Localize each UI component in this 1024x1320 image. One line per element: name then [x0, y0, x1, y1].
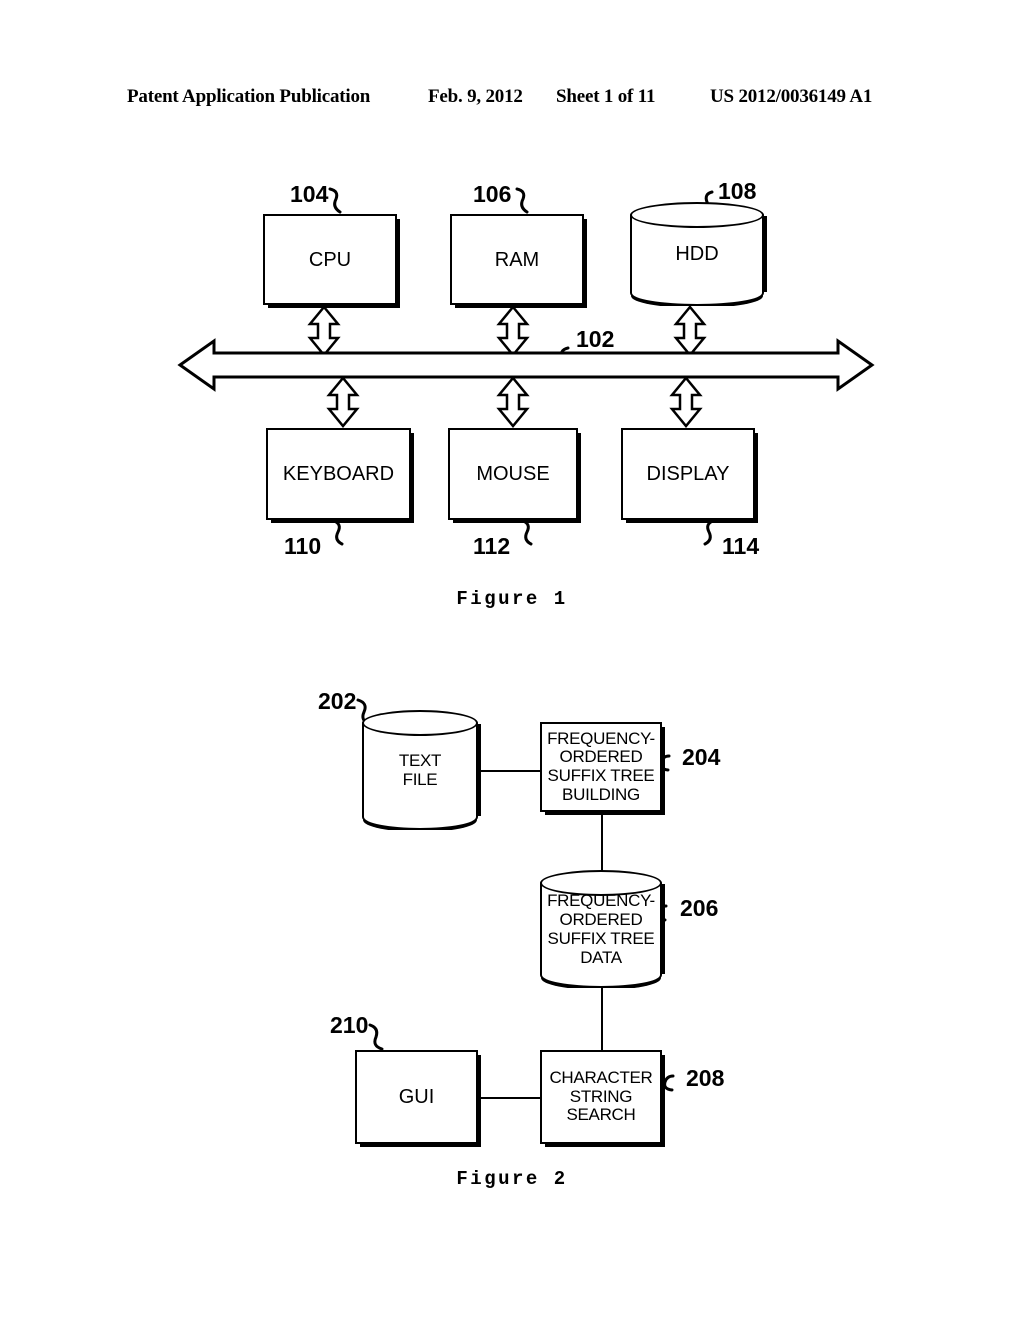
figure-2: 202 204 206 208 210 TEXT FILE FREQUENCY-… [0, 660, 1024, 1220]
node-ram-label: RAM [494, 248, 540, 271]
node-suffix-tree-data-label: FREQUENCY- ORDERED SUFFIX TREE DATA [547, 890, 655, 968]
ref-label-112: 112 [473, 533, 511, 559]
node-character-string-search[interactable]: CHARACTER STRING SEARCH [540, 1050, 662, 1144]
leader-112 [521, 519, 533, 546]
node-display[interactable]: DISPLAY [621, 428, 755, 520]
ref-label-106: 106 [473, 181, 512, 207]
node-keyboard[interactable]: KEYBOARD [266, 428, 411, 520]
node-suffix-tree-building[interactable]: FREQUENCY- ORDERED SUFFIX TREE BUILDING [540, 722, 662, 812]
bus-arrow-ram [496, 305, 530, 357]
node-cpu[interactable]: CPU [263, 214, 397, 305]
figure-2-leader-layer [356, 698, 675, 1092]
system-bus-arrow [177, 338, 875, 392]
node-ram[interactable]: RAM [450, 214, 584, 305]
bus-arrow-cpu [307, 305, 341, 357]
connector-data-to-search [601, 984, 603, 1050]
ref-label-202: 202 [318, 688, 357, 714]
node-text-file-label: TEXT FILE [398, 750, 442, 789]
connector-gui-to-search [478, 1097, 542, 1099]
ref-label-208: 208 [686, 1065, 725, 1091]
bus-arrow-keyboard [326, 376, 360, 428]
bus-arrow-display [669, 376, 703, 428]
node-suffix-tree-data[interactable]: FREQUENCY- ORDERED SUFFIX TREE DATA [540, 870, 662, 988]
figure-2-caption: Figure 2 [456, 1168, 568, 1190]
leader-208 [663, 1074, 675, 1092]
leader-104 [328, 187, 342, 214]
hdd-cylinder-top [630, 202, 764, 228]
node-cpu-label: CPU [308, 248, 352, 271]
ref-label-102: 102 [576, 326, 615, 352]
text-file-cylinder-top [362, 710, 478, 736]
ref-label-206: 206 [680, 895, 719, 921]
ref-label-204: 204 [682, 744, 721, 770]
ref-label-110: 110 [284, 533, 322, 559]
node-hdd[interactable]: HDD [630, 202, 764, 306]
node-text-file[interactable]: TEXT FILE [362, 710, 478, 830]
figure-1-caption: Figure 1 [456, 588, 568, 610]
node-mouse[interactable]: MOUSE [448, 428, 578, 520]
node-gui-label: GUI [398, 1086, 435, 1108]
ref-label-210: 210 [330, 1012, 369, 1038]
ref-label-114: 114 [722, 533, 760, 559]
leader-110 [332, 519, 344, 546]
node-keyboard-label: KEYBOARD [282, 463, 395, 485]
bus-arrow-mouse [496, 376, 530, 428]
bus-arrow-hdd [673, 305, 707, 357]
figure-1-arrow-layer [177, 187, 875, 546]
node-character-string-search-label: CHARACTER STRING SEARCH [549, 1067, 653, 1125]
leader-102 [555, 346, 570, 373]
node-display-label: DISPLAY [646, 463, 730, 485]
node-mouse-label: MOUSE [476, 463, 550, 485]
node-hdd-label: HDD [675, 242, 719, 265]
figure-1: 104 106 108 102 110 112 114 CPU RAM HDD … [0, 0, 1024, 630]
connector-textfile-to-building [478, 770, 542, 772]
leader-210 [368, 1023, 384, 1051]
leader-106 [515, 187, 529, 214]
node-suffix-tree-building-label: FREQUENCY- ORDERED SUFFIX TREE BUILDING [547, 728, 655, 804]
ref-label-108: 108 [718, 178, 757, 204]
leader-114 [703, 519, 715, 546]
node-gui[interactable]: GUI [355, 1050, 478, 1144]
ref-label-104: 104 [290, 181, 329, 207]
